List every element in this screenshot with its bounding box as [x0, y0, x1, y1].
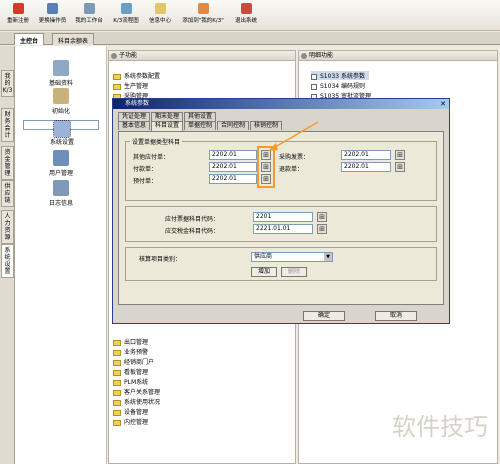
tab-basic-info[interactable]: 基本信息 [118, 121, 151, 130]
list-item[interactable]: 客户关系管理 [113, 387, 160, 396]
vtab-my-k3[interactable]: 我的K/3 [1, 70, 14, 97]
list-item[interactable]: 生产管理 [113, 81, 148, 90]
list-item[interactable]: 设备管理 [113, 407, 148, 416]
desk-icon [83, 3, 95, 14]
tab-contract-control[interactable]: 合同控制 [217, 121, 250, 130]
folder-icon [113, 389, 121, 396]
payment-account-field[interactable]: 2202.01 [209, 162, 257, 172]
folder-icon [113, 409, 121, 416]
vtab-finance[interactable]: 财务会计 [1, 108, 14, 142]
add-button[interactable]: 增加 [251, 267, 277, 277]
list-item[interactable]: 业务预警 [113, 347, 148, 356]
tab-period-end[interactable]: 期末处理 [151, 112, 184, 121]
lookup-icon[interactable]: ⊞ [317, 212, 327, 222]
nav-system-settings[interactable]: 系统设置 [23, 120, 99, 146]
info-center-button[interactable]: 信息中心 [146, 3, 174, 29]
collapse-icon[interactable] [111, 53, 117, 59]
lookup-icon[interactable]: ⊞ [395, 150, 405, 160]
cancel-button[interactable]: 取消 [375, 311, 417, 321]
tab-account-settings[interactable]: 科目设置 [151, 121, 184, 131]
nav-user-management[interactable]: 用户管理 [23, 150, 99, 177]
list-item[interactable]: S1033 系统参数 [311, 71, 369, 80]
nav-log-info[interactable]: 日志信息 [23, 180, 99, 207]
vertical-tab-bar: 我的K/3 财务会计 资金管理 供应链 人力资源 系统设置 [0, 46, 15, 464]
list-item[interactable]: 经销商门户 [113, 357, 154, 366]
collapse-icon[interactable] [301, 53, 307, 59]
folder-icon [113, 359, 121, 366]
folder-icon [113, 399, 121, 406]
system-params-dialog: 系统参数 ✕ 凭证处理 期末处理 其他设置 基本信息 科目设置 单据控制 合同控制… [112, 98, 450, 324]
refund-account-field[interactable]: 2202.01 [341, 162, 391, 172]
lookup-icon[interactable]: ⊞ [317, 224, 327, 234]
nav-initialize[interactable]: 初始化 [23, 88, 99, 115]
delete-button[interactable]: 删除 [281, 267, 307, 277]
relogin-button[interactable]: 重新注册 [3, 3, 33, 29]
folder-icon [113, 73, 121, 80]
tab-other[interactable]: 其他设置 [184, 112, 217, 121]
purchase-invoice-account-field[interactable]: 2202.01 [341, 150, 391, 160]
account-settings-panel: 设置单据类型科目 其他应付单： 2202.01 ⊞ 付款单： 2202.01 ⊞… [118, 131, 444, 305]
vtab-hr[interactable]: 人力资源 [1, 210, 14, 244]
list-item[interactable]: 系统参数配置 [113, 71, 160, 80]
vtab-system-settings[interactable]: 系统设置 [1, 244, 14, 278]
list-item[interactable]: 内控管理 [113, 417, 148, 426]
sub-function-header: 子功能 [109, 51, 295, 61]
vtab-funds[interactable]: 资金管理 [1, 146, 14, 180]
tab-voucher[interactable]: 凭证处理 [118, 112, 151, 121]
prepayment-account-field[interactable]: 2202.01 [209, 174, 257, 184]
tab-account-balance[interactable]: 科目余额表 [52, 33, 95, 45]
favorite-icon [197, 3, 209, 14]
tab-strip: 主控台 科目余额表 [0, 32, 500, 45]
folder-icon [113, 83, 121, 90]
list-item[interactable]: 出口管理 [113, 337, 148, 346]
chevron-down-icon: ▼ [324, 253, 332, 261]
user-switch-icon [47, 3, 58, 14]
folder-icon [113, 349, 121, 356]
tax-payable-account-field[interactable]: 2221.01.01 [253, 224, 313, 234]
folder-icon [113, 339, 121, 346]
highlight-box [257, 146, 275, 188]
log-icon [53, 180, 69, 196]
mail-icon [154, 3, 166, 14]
folder-icon [113, 369, 121, 376]
vtab-supply-chain[interactable]: 供应链 [1, 180, 14, 207]
workbench-button[interactable]: 我的工作台 [72, 3, 106, 29]
folder-icon [113, 379, 121, 386]
database-icon [53, 60, 69, 76]
accounting-item-select[interactable]: 供应商 ▼ [251, 252, 333, 262]
dialog-titlebar: 系统参数 ✕ [113, 99, 449, 109]
detail-function-header: 明细功能 [299, 51, 497, 61]
flowchart-icon [120, 3, 132, 14]
switch-user-button[interactable]: 更换操作员 [36, 3, 69, 29]
other-payable-account-field[interactable]: 2202.01 [209, 150, 257, 160]
init-icon [53, 88, 69, 104]
close-icon[interactable]: ✕ [440, 99, 446, 109]
main-toolbar: 重新注册 更换操作员 我的工作台 K/3流程图 信息中心 添加到"我的K/3" … [0, 0, 500, 31]
list-item[interactable]: S1034 编码规则 [311, 81, 365, 90]
exit-icon [240, 3, 252, 14]
flowchart-button[interactable]: K/3流程图 [109, 3, 143, 29]
folder-icon [113, 419, 121, 426]
settings-icon [53, 120, 71, 138]
users-icon [53, 150, 69, 166]
module-nav: 基础资料 初始化 系统设置 用户管理 日志信息 [15, 46, 107, 464]
function-icon [311, 83, 317, 90]
list-item[interactable]: 系统使用状况 [113, 397, 160, 406]
watermark: 软件技巧 [392, 413, 488, 441]
tab-main-console[interactable]: 主控台 [14, 33, 45, 45]
lookup-icon[interactable]: ⊞ [395, 162, 405, 172]
tab-writeoff-control[interactable]: 核销控制 [250, 121, 283, 130]
nav-basic-data[interactable]: 基础资料 [23, 60, 99, 87]
ok-button[interactable]: 确定 [303, 311, 345, 321]
tab-document-control[interactable]: 单据控制 [184, 121, 217, 130]
notes-payable-account-field[interactable]: 2201 [253, 212, 313, 222]
list-item[interactable]: PLM系统 [113, 377, 148, 386]
add-favorite-button[interactable]: 添加到"我的K/3" [177, 3, 229, 29]
refresh-icon [12, 3, 24, 14]
list-item[interactable]: 看板管理 [113, 367, 148, 376]
function-icon [311, 73, 317, 80]
exit-button[interactable]: 退出系统 [232, 3, 260, 29]
